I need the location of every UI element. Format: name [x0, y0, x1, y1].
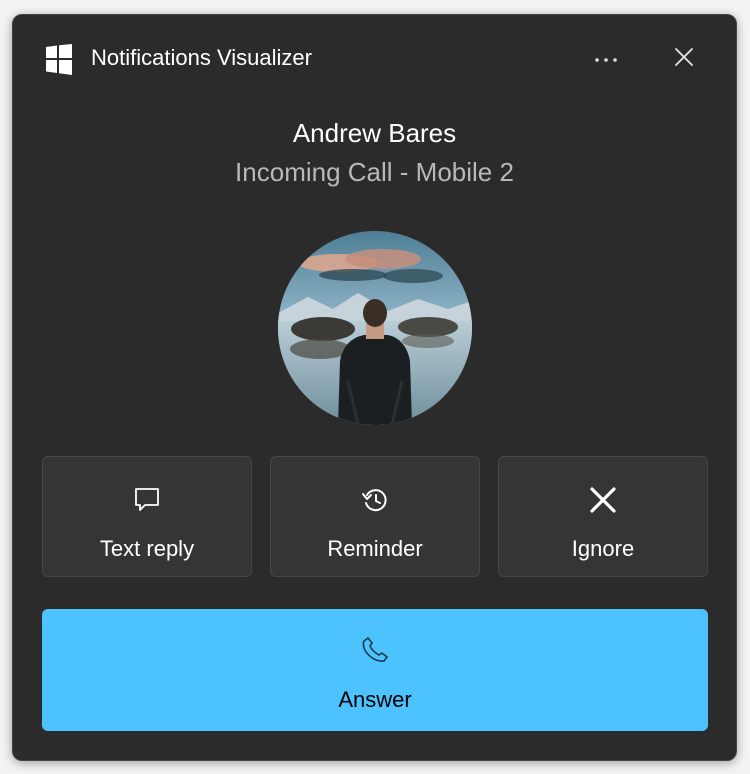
- reminder-label: Reminder: [327, 536, 423, 561]
- call-subtitle: Incoming Call - Mobile 2: [235, 157, 514, 187]
- phone-icon: [360, 635, 390, 670]
- action-buttons: Text reply Reminder Ignore: [42, 456, 708, 577]
- x-icon: [588, 485, 618, 515]
- incoming-call-toast: Notifications Visualizer Andrew Bares In…: [12, 14, 737, 761]
- ignore-button[interactable]: Ignore: [498, 456, 708, 577]
- app-title: Notifications Visualizer: [91, 45, 312, 70]
- ignore-label: Ignore: [571, 536, 635, 561]
- message-bubble-icon: [132, 485, 162, 515]
- more-horizontal-icon: [594, 50, 618, 68]
- toast-header: Notifications Visualizer: [13, 15, 736, 103]
- close-icon: [674, 47, 694, 72]
- more-options-button[interactable]: [586, 39, 626, 79]
- caller-avatar: [278, 231, 472, 425]
- text-reply-button[interactable]: Text reply: [42, 456, 252, 577]
- caller-name: Andrew Bares: [292, 118, 457, 148]
- reminder-button[interactable]: Reminder: [270, 456, 480, 577]
- history-clock-icon: [360, 485, 390, 515]
- answer-button[interactable]: Answer: [42, 609, 708, 731]
- close-button[interactable]: [664, 39, 704, 79]
- windows-logo-icon: [45, 44, 73, 75]
- answer-label: Answer: [338, 687, 412, 712]
- text-reply-label: Text reply: [99, 536, 195, 561]
